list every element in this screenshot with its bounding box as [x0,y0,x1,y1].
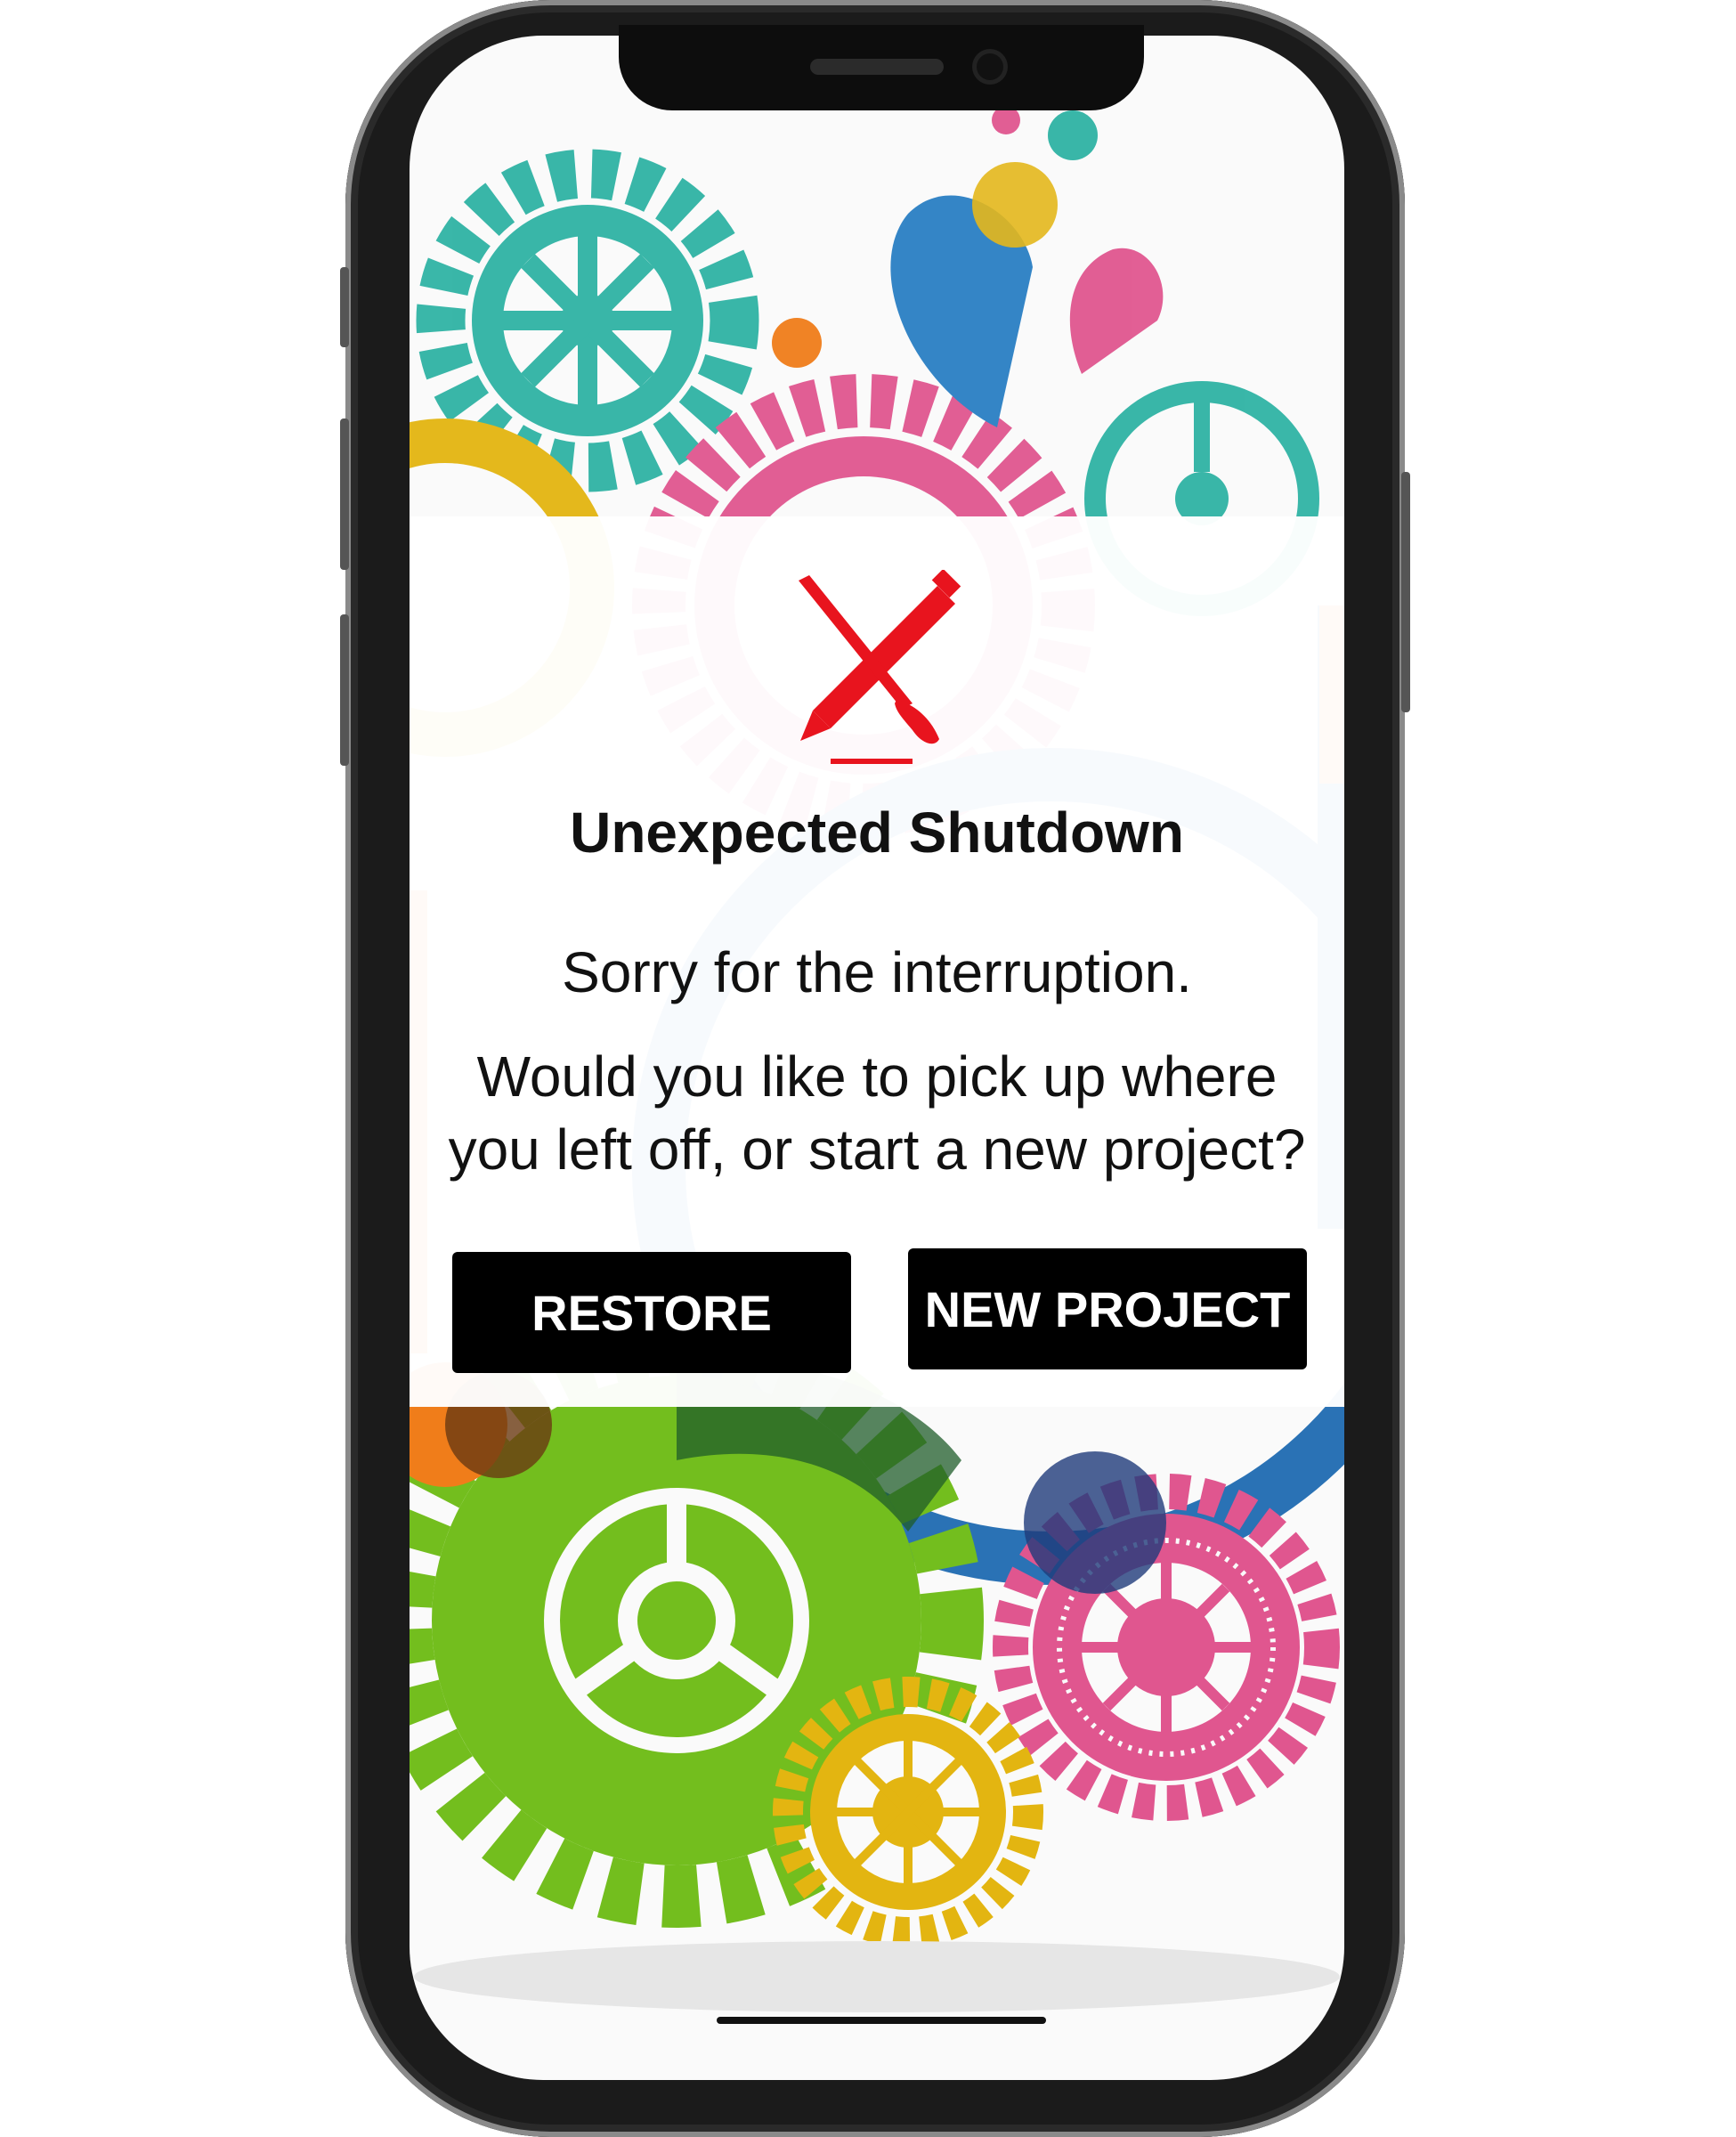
restore-dialog: Unexpected Shutdown Sorry for the interr… [410,516,1344,1407]
home-indicator[interactable] [717,2017,1046,2024]
restore-button[interactable]: RESTORE [452,1252,851,1373]
new-project-button[interactable]: NEW PROJECT [908,1248,1307,1369]
volume-down-button [340,614,349,766]
volume-up-button [340,418,349,570]
power-button [1401,472,1410,712]
mute-switch [340,267,349,347]
crossed-pencil-brush-icon [799,570,961,764]
phone-notch [619,25,1144,110]
phone-screen: Unexpected Shutdown Sorry for the interr… [410,36,1344,2080]
dialog-message-question: Would you like to pick up where you left… [448,1044,1306,1182]
speaker-grille [810,59,944,75]
dialog-message-apology: Sorry for the interruption. [562,940,1192,1004]
dialog-title: Unexpected Shutdown [570,800,1184,865]
front-camera [977,53,1003,80]
